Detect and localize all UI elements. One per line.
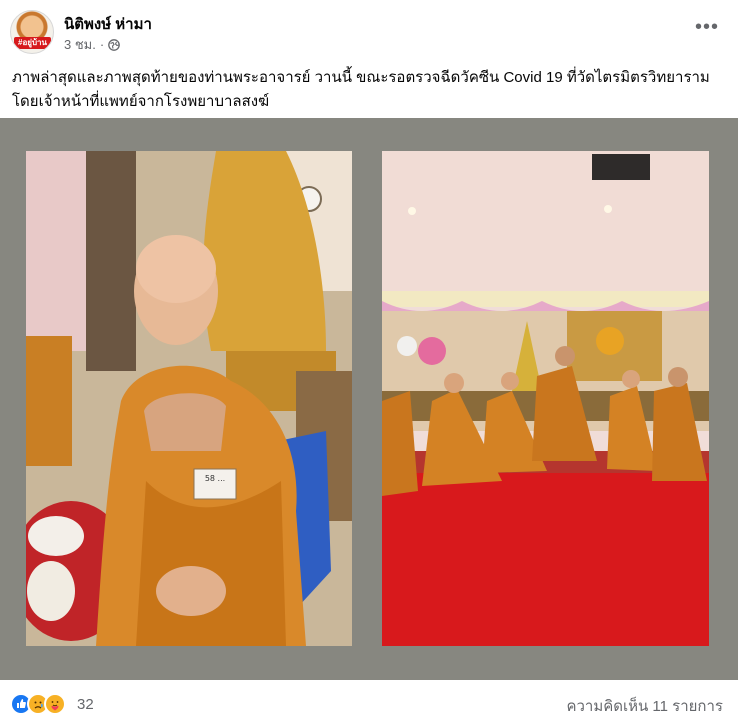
photo-monk-portrait[interactable]: 58 ... [26,151,352,646]
author-name[interactable]: นิติพงษ์ ห่ามา [64,12,152,36]
post-time[interactable]: 3 ชม. [64,34,96,55]
more-options-button[interactable]: ••• [692,14,722,44]
post-meta: 3 ชม. · [64,34,121,55]
globe-icon[interactable] [108,38,121,51]
comment-count[interactable]: ความคิดเห็น 11 รายการ [566,694,723,718]
meta-separator: · [99,37,105,52]
monk-nametag: 58 ... [205,474,225,483]
reactions-summary[interactable]: 32 [10,693,94,715]
photo-monks-group[interactable] [382,151,709,646]
photo-grid: 58 ... [0,118,738,680]
post-header: #อยู่บ้าน นิติพงษ์ ห่ามา 3 ชม. · ••• [0,0,738,62]
reaction-count: 32 [77,695,94,713]
author-avatar[interactable]: #อยู่บ้าน [10,10,54,54]
care-icon [44,693,66,715]
avatar-badge: #อยู่บ้าน [14,37,51,49]
post-caption: ภาพล่าสุดและภาพสุดท้ายของท่านพระอาจารย์ … [12,69,710,110]
